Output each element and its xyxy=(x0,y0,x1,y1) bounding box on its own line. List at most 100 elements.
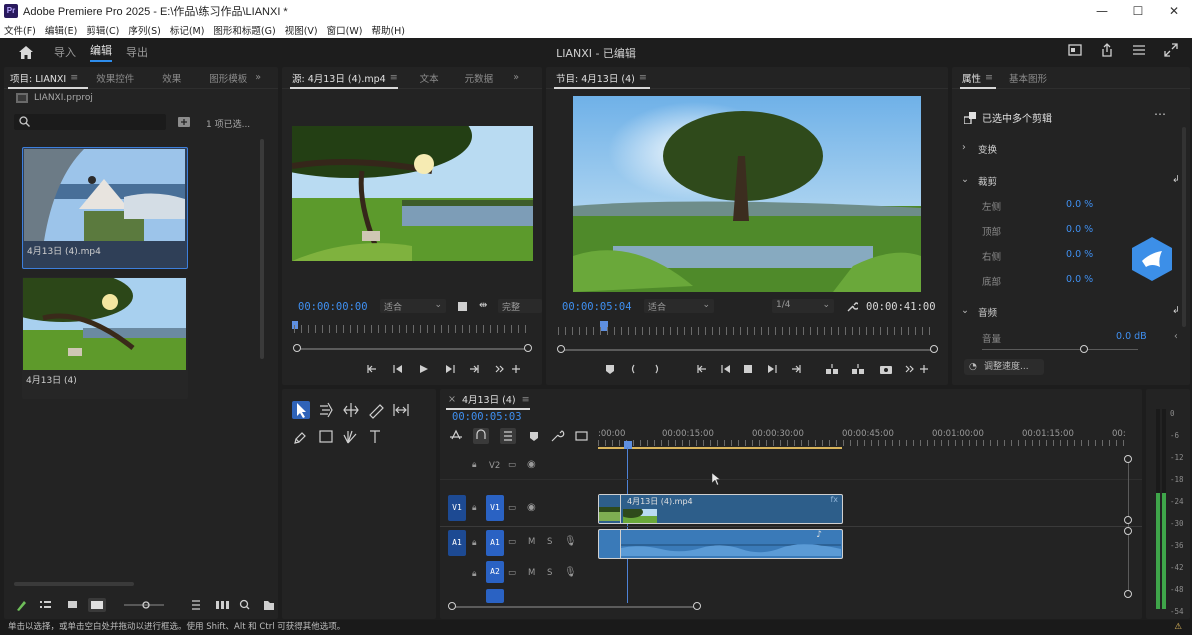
maximize-button[interactable]: ☐ xyxy=(1120,0,1156,22)
lock-icon[interactable]: 🔒︎ xyxy=(472,538,477,548)
h-scroll-start-handle[interactable] xyxy=(448,602,456,610)
menu-clip[interactable]: 剪辑(C) xyxy=(86,23,119,37)
track-label-v2[interactable]: V2 xyxy=(489,461,500,471)
wrench-icon[interactable] xyxy=(846,301,860,313)
tab-program[interactable]: 节目: 4月13日 (4) xyxy=(556,71,635,85)
tab-effect-controls[interactable]: 效果控件 xyxy=(96,71,134,85)
menu-graphics[interactable]: 图形和标题(G) xyxy=(213,23,275,37)
program-zoom-start-handle[interactable] xyxy=(557,345,565,353)
track-target-a3[interactable] xyxy=(486,589,504,603)
menu-file[interactable]: 文件(F) xyxy=(4,23,36,37)
program-time-ruler[interactable] xyxy=(558,327,936,335)
track-target-a1[interactable]: A1 xyxy=(486,530,504,556)
v-scroll-bottom-handle[interactable] xyxy=(1124,590,1132,598)
clip-segment-1[interactable] xyxy=(599,495,621,523)
panel-overflow-icon[interactable]: » xyxy=(255,72,261,83)
tab-project[interactable]: 项目: LIANXI xyxy=(10,71,66,85)
workspace-tab-import[interactable]: 导入 xyxy=(54,44,76,60)
reset-icon[interactable]: ↲ xyxy=(1172,174,1180,185)
panel-menu-icon[interactable]: ≡ xyxy=(70,72,78,83)
lock-icon[interactable]: 🔒︎ xyxy=(472,460,477,470)
project-h-scrollbar[interactable] xyxy=(14,582,134,586)
program-fit-dropdown[interactable]: 适合 ⌄ xyxy=(644,299,714,313)
home-icon[interactable] xyxy=(12,38,40,66)
work-area-bar[interactable] xyxy=(598,447,842,449)
project-search-input[interactable] xyxy=(14,114,166,130)
crop-right-value[interactable]: 0.0 % xyxy=(1066,249,1093,260)
v-scroll-audio-handle[interactable] xyxy=(1124,527,1132,535)
assistant-bird-icon[interactable] xyxy=(1132,237,1172,281)
menu-markers[interactable]: 标记(M) xyxy=(170,23,205,37)
mute-button[interactable]: M xyxy=(528,568,535,578)
source-zoom-start-handle[interactable] xyxy=(293,344,301,352)
new-bin-icon[interactable] xyxy=(178,117,190,127)
lock-icon[interactable]: 🔒︎ xyxy=(472,503,477,513)
source-time-ruler[interactable] xyxy=(294,325,532,333)
tab-graphics-templates[interactable]: 图形模板 xyxy=(209,71,247,85)
source-video-frame[interactable] xyxy=(292,126,533,261)
tab-text[interactable]: 文本 xyxy=(420,71,439,85)
lock-icon[interactable]: 🔒︎ xyxy=(472,569,477,579)
project-scrollbar[interactable] xyxy=(260,139,264,359)
menu-view[interactable]: 视图(V) xyxy=(285,23,318,37)
properties-scrollbar[interactable] xyxy=(1182,127,1186,327)
program-zoom-end-handle[interactable] xyxy=(930,345,938,353)
panel-menu-icon[interactable]: ≡ xyxy=(639,72,647,83)
menu-help[interactable]: 帮助(H) xyxy=(371,23,405,37)
warning-icon[interactable]: ⚠ xyxy=(1174,620,1182,635)
panel-overflow-icon[interactable]: » xyxy=(513,72,519,83)
adjust-speed-button[interactable]: ◔ 调整速度... xyxy=(964,359,1044,375)
solo-button[interactable]: S xyxy=(547,537,552,547)
tab-source[interactable]: 源: 4月13日 (4).mp4 xyxy=(292,71,386,85)
workspace-tab-export[interactable]: 导出 xyxy=(126,44,148,60)
more-options-icon[interactable]: ⋯ xyxy=(1154,107,1166,121)
menu-sequence[interactable]: 序列(S) xyxy=(128,23,160,37)
v-scroll-mid-handle[interactable] xyxy=(1124,516,1132,524)
sync-lock-icon[interactable]: ▭ xyxy=(508,537,516,547)
section-crop[interactable]: ⌄ 裁剪 ↲ xyxy=(952,174,1190,194)
settings-square-icon[interactable] xyxy=(458,302,467,311)
crop-bottom-value[interactable]: 0.0 % xyxy=(1066,274,1093,285)
close-icon[interactable]: × xyxy=(448,394,456,405)
crop-top-value[interactable]: 0.0 % xyxy=(1066,224,1093,235)
tab-metadata[interactable]: 元数据 xyxy=(465,71,494,85)
quick-export-icon[interactable] xyxy=(1068,43,1086,61)
sync-lock-icon[interactable]: ▭ xyxy=(508,460,516,470)
eye-icon[interactable]: ◉ xyxy=(527,459,536,470)
timeline-ruler[interactable]: :00:00 00:00:15:00 00:00:30:00 00:00:45:… xyxy=(598,427,1128,449)
source-patch-a1[interactable]: A1 xyxy=(448,530,466,556)
program-video-frame[interactable] xyxy=(573,96,921,292)
timeline-h-scrollbar[interactable] xyxy=(454,606,698,608)
source-zoom-bar[interactable] xyxy=(298,348,528,350)
workspace-tab-edit[interactable]: 编辑 xyxy=(90,42,112,62)
v-scroll-top-handle[interactable] xyxy=(1124,455,1132,463)
program-timecode[interactable]: 00:00:05:04 xyxy=(562,301,632,313)
source-timecode[interactable]: 00:00:00:00 xyxy=(298,301,368,313)
video-clip[interactable]: 4月13日 (4).mp4 fx xyxy=(598,494,843,524)
project-clip-item[interactable]: 4月13日 (4) xyxy=(22,277,188,399)
microphone-icon[interactable]: 🎙︎ xyxy=(564,567,577,578)
volume-slider-handle[interactable] xyxy=(1080,345,1088,353)
program-resolution-dropdown[interactable]: 1/4 ⌄ xyxy=(772,299,834,313)
project-clip-item[interactable]: 4月13日 (4).mp4 xyxy=(22,147,188,269)
source-fit-dropdown[interactable]: 适合 ⌄ xyxy=(380,299,446,313)
share-icon[interactable] xyxy=(1100,43,1118,61)
track-target-v1[interactable]: V1 xyxy=(486,495,504,521)
audio-clip[interactable]: ♪ xyxy=(598,529,843,559)
audio-segment-1[interactable] xyxy=(599,530,621,558)
microphone-icon[interactable]: 🎙︎ xyxy=(564,536,577,547)
section-transform[interactable]: › 变换 xyxy=(952,142,1190,162)
insert-icon[interactable]: ⇹ xyxy=(479,300,487,311)
h-scroll-end-handle[interactable] xyxy=(693,602,701,610)
volume-slider[interactable] xyxy=(982,349,1138,350)
chevron-left-icon[interactable]: ‹ xyxy=(1174,331,1178,342)
crop-left-value[interactable]: 0.0 % xyxy=(1066,199,1093,210)
timeline-tab[interactable]: × 4月13日 (4) ≡ xyxy=(448,391,530,407)
reset-icon[interactable]: ↲ xyxy=(1172,305,1180,316)
sync-lock-icon[interactable]: ▭ xyxy=(508,568,516,578)
close-button[interactable]: ✕ xyxy=(1156,0,1192,22)
panel-menu-icon[interactable]: ≡ xyxy=(390,72,398,83)
program-zoom-bar[interactable] xyxy=(562,349,932,351)
section-audio[interactable]: ⌄ 音频 ↲ xyxy=(952,305,1190,325)
panel-menu-icon[interactable]: ≡ xyxy=(985,72,993,83)
